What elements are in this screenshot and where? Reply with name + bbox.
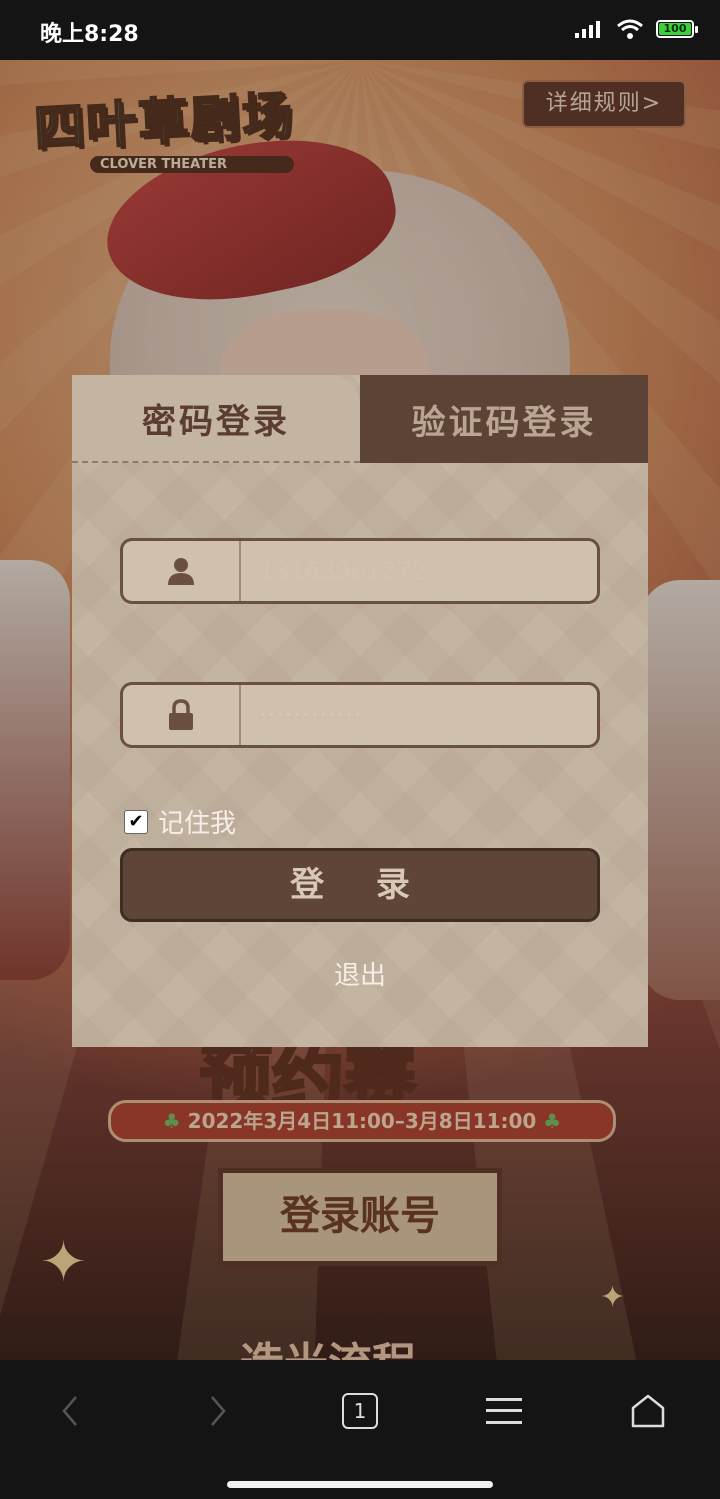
battery-level: 100 [659, 23, 691, 35]
home-icon[interactable] [618, 1388, 678, 1434]
logout-link[interactable]: 退出 [72, 955, 648, 992]
login-button[interactable]: 登 录 [120, 848, 600, 922]
status-bar: 晚上8:28 100 [0, 0, 720, 60]
tab-password-login[interactable]: 密码登录 [72, 375, 360, 463]
forward-icon[interactable] [188, 1388, 248, 1434]
home-indicator[interactable] [227, 1481, 493, 1488]
password-field[interactable]: ············ [120, 682, 600, 748]
username-field[interactable] [120, 538, 600, 604]
tabs-icon[interactable]: 1 [330, 1388, 390, 1434]
status-time: 晚上8:28 [40, 22, 139, 47]
wifi-icon [617, 19, 643, 39]
lock-icon [123, 685, 241, 745]
status-icons: 100 [574, 18, 698, 40]
battery-icon: 100 [656, 20, 698, 38]
back-icon[interactable] [40, 1388, 100, 1434]
signal-icon [575, 21, 600, 38]
tab-code-login[interactable]: 验证码登录 [360, 375, 648, 463]
username-input[interactable] [241, 541, 597, 601]
login-tabs: 密码登录 验证码登录 [72, 375, 648, 463]
user-icon [123, 541, 241, 601]
remember-me[interactable]: ✔ 记住我 [124, 803, 236, 840]
remember-checkbox[interactable]: ✔ [124, 809, 148, 834]
login-dialog: 密码登录 验证码登录 ············ ✔ 记住我 登 录 退出 [72, 375, 648, 1047]
tab-count: 1 [342, 1393, 378, 1429]
remember-label: 记住我 [158, 809, 237, 839]
password-input[interactable]: ············ [241, 685, 597, 745]
browser-nav-bar: 1 [0, 1360, 720, 1499]
menu-icon[interactable] [474, 1388, 534, 1434]
